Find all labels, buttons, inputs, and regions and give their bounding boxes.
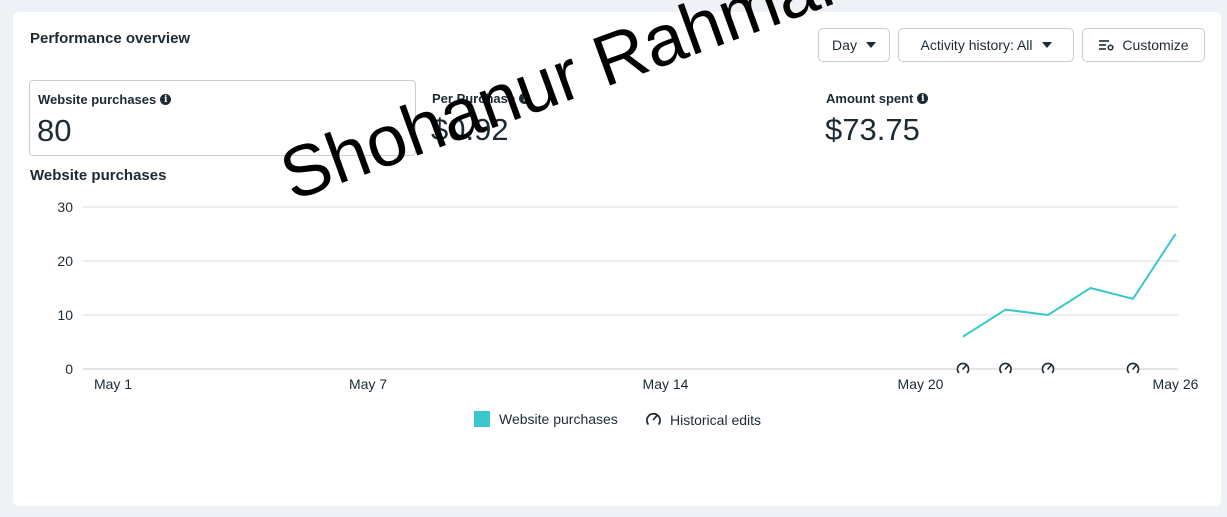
y-tick-label: 0 (65, 361, 73, 377)
x-tick-label: May 26 (1153, 376, 1199, 392)
historical-edit-icon[interactable] (998, 362, 1013, 376)
x-tick-label: May 14 (643, 376, 689, 392)
y-tick-label: 20 (57, 253, 73, 269)
legend-swatch (474, 411, 490, 427)
website-purchases-chart: 0 10 20 30 May 1 May 7 May 14 May 20 May 26 (57, 199, 1199, 392)
x-tick-label: May 7 (349, 376, 387, 392)
historical-edit-icon[interactable] (956, 362, 970, 376)
gauge-icon (645, 411, 662, 428)
legend-historical-edits[interactable]: Historical edits (645, 411, 761, 428)
historical-edit-icon[interactable] (1041, 362, 1055, 376)
legend-label: Historical edits (670, 411, 762, 428)
performance-overview-card: Performance overview Day Activity histor… (13, 12, 1221, 506)
legend-label: Website purchases (499, 411, 618, 427)
y-tick-label: 10 (57, 307, 73, 323)
x-tick-label: May 20 (898, 376, 944, 392)
legend-website-purchases[interactable]: Website purchases (474, 411, 618, 427)
y-tick-label: 30 (57, 199, 73, 215)
historical-edit-icon[interactable] (1126, 362, 1140, 376)
x-tick-label: May 1 (94, 376, 132, 392)
series-line-website-purchases (962, 233, 1177, 338)
